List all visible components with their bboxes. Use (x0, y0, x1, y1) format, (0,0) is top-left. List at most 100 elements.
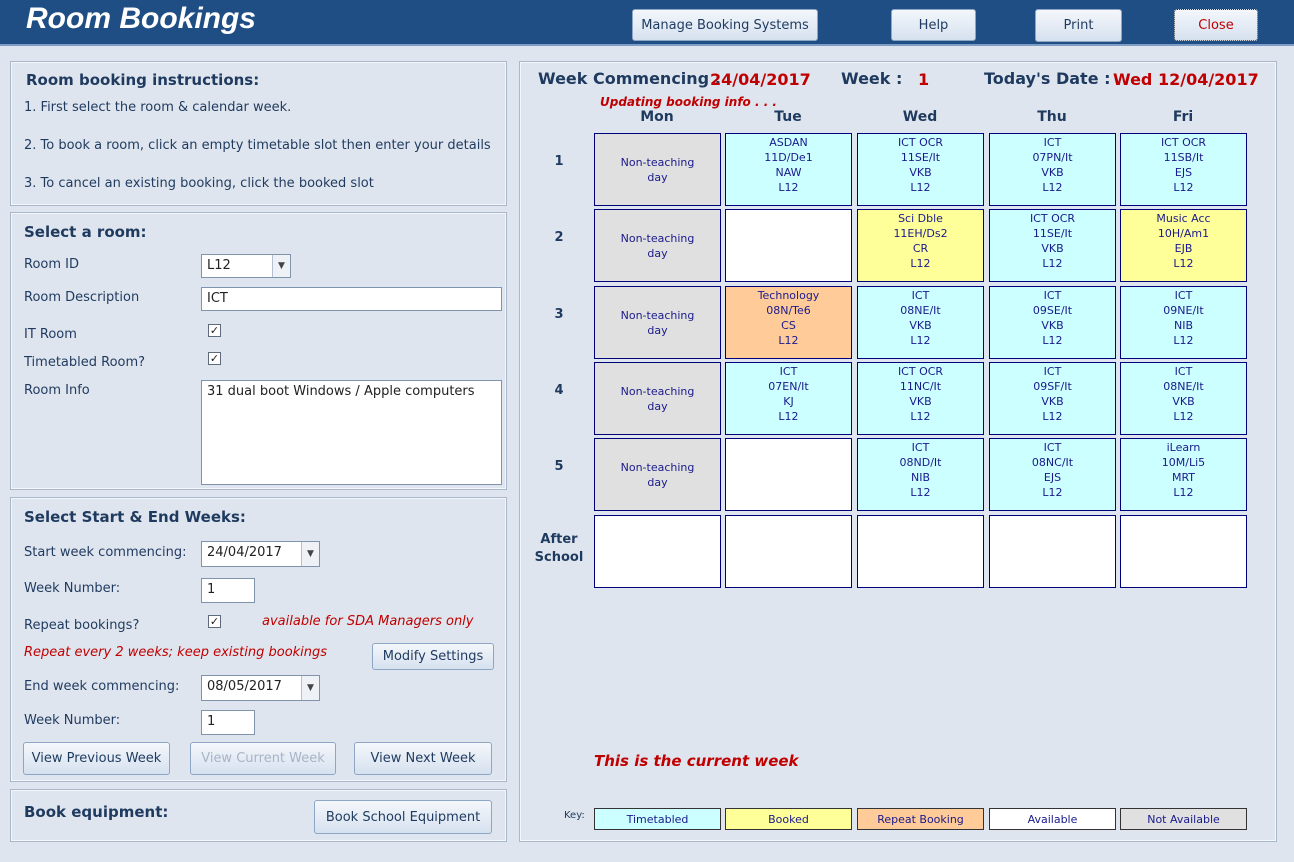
slot-text: day (647, 475, 668, 489)
period-label: After School (534, 532, 584, 565)
slot-text: VKB (909, 319, 932, 332)
view-previous-week-button[interactable]: View Previous Week (23, 742, 170, 775)
slot-text: ICT (779, 365, 798, 378)
view-next-week-button[interactable]: View Next Week (354, 742, 492, 775)
equipment-title: Book equipment: (24, 803, 169, 821)
timetabled-room-checkbox[interactable]: ✓ (208, 352, 221, 365)
modify-settings-button[interactable]: Modify Settings (372, 643, 494, 670)
manage-booking-systems-button[interactable]: Manage Booking Systems (632, 9, 818, 41)
slot-text: day (647, 246, 668, 260)
start-week-select[interactable]: 24/04/2017 ▼ (201, 541, 320, 567)
slot-text: Non-teaching (620, 308, 695, 322)
timetable-slot[interactable]: ICT 09NE/It NIB L12 (1120, 286, 1247, 359)
view-current-week-button[interactable]: View Current Week (190, 742, 336, 775)
timetable-slot[interactable]: ASDAN 11D/De1 NAW L12 (725, 133, 852, 206)
day-header-fri: Fri (1172, 109, 1194, 125)
it-room-checkbox[interactable]: ✓ (208, 324, 221, 337)
key-label: Key: (564, 810, 585, 821)
slot-text: ICT (1174, 365, 1193, 378)
period-label: 2 (554, 230, 564, 245)
slot-text: ICT OCR (897, 136, 944, 149)
timetable-slot[interactable]: Non-teaching day (594, 133, 721, 206)
week-commencing-value: 24/04/2017 (710, 70, 811, 89)
slot-text: ICT (911, 289, 930, 302)
slot-text: ICT (1043, 365, 1062, 378)
slot-text: day (647, 399, 668, 413)
timetable-slot[interactable]: Non-teaching day (594, 209, 721, 282)
timetable-slot[interactable]: ICT 09SE/It VKB L12 (989, 286, 1116, 359)
instructions-title: Room booking instructions: (26, 71, 260, 89)
slot-text: VKB (1041, 319, 1064, 332)
room-id-select[interactable]: L12 ▼ (201, 254, 291, 278)
slot-text: L12 (1173, 486, 1194, 499)
week-label: Week : (841, 69, 903, 88)
week-number-input[interactable]: 1 (201, 578, 255, 603)
chevron-down-icon[interactable]: ▼ (272, 255, 290, 277)
period-label: 4 (554, 383, 564, 398)
end-week-number-input[interactable]: 1 (201, 710, 255, 735)
timetable-slot[interactable]: ICT 08ND/It NIB L12 (857, 438, 984, 511)
timetable-slot[interactable] (594, 515, 721, 588)
slot-text: EJB (1174, 242, 1193, 255)
timetable-slot[interactable] (725, 209, 852, 282)
timetable-slot[interactable]: ICT OCR 11NC/It VKB L12 (857, 362, 984, 435)
slot-text: L12 (1042, 257, 1063, 270)
weeks-title: Select Start & End Weeks: (24, 508, 246, 526)
timetable-slot[interactable]: ICT 08NC/It EJS L12 (989, 438, 1116, 511)
timetable-slot[interactable]: Non-teaching day (594, 286, 721, 359)
slot-text: NIB (1173, 319, 1194, 332)
start-week-label: Start week commencing: (24, 545, 187, 560)
slot-text: VKB (1041, 242, 1064, 255)
slot-text: L12 (910, 257, 931, 270)
slot-text: L12 (910, 410, 931, 423)
timetable-slot[interactable]: Technology 08N/Te6 CS L12 (725, 286, 852, 359)
weeks-panel (10, 497, 507, 782)
slot-text: EJS (1174, 166, 1193, 179)
slot-text: ICT (1174, 289, 1193, 302)
end-week-value: 08/05/2017 (207, 679, 282, 694)
room-info-textarea[interactable]: 31 dual boot Windows / Apple computers (201, 380, 502, 485)
period-label: 5 (554, 459, 564, 474)
timetable-slot[interactable] (989, 515, 1116, 588)
print-button[interactable]: Print (1035, 9, 1122, 42)
slot-text: VKB (1041, 395, 1064, 408)
slot-text: day (647, 323, 668, 337)
timetable-slot[interactable]: ICT 07EN/It KJ L12 (725, 362, 852, 435)
timetable-slot[interactable]: ICT 07PN/It VKB L12 (989, 133, 1116, 206)
help-button[interactable]: Help (891, 9, 976, 41)
timetable-slot[interactable]: ICT OCR 11SB/It EJS L12 (1120, 133, 1247, 206)
timetable-slot[interactable]: ICT OCR 11SE/It VKB L12 (989, 209, 1116, 282)
slot-text: 08ND/It (899, 456, 942, 469)
slot-text: Technology (757, 289, 820, 302)
chevron-down-icon[interactable]: ▼ (301, 542, 319, 566)
timetable-slot[interactable] (1120, 515, 1247, 588)
slot-text: Non-teaching (620, 460, 695, 474)
timetable-slot[interactable] (725, 515, 852, 588)
book-school-equipment-button[interactable]: Book School Equipment (314, 800, 492, 834)
slot-text: L12 (910, 334, 931, 347)
end-week-select[interactable]: 08/05/2017 ▼ (201, 675, 320, 701)
timetable-slot[interactable]: Music Acc 10H/Am1 EJB L12 (1120, 209, 1247, 282)
timetable-slot[interactable]: Non-teaching day (594, 438, 721, 511)
key-item-available: Available (989, 808, 1116, 830)
timetable-slot[interactable] (725, 438, 852, 511)
timetable-slot[interactable] (857, 515, 984, 588)
slot-text: L12 (778, 410, 799, 423)
todays-date-value: Wed 12/04/2017 (1113, 70, 1259, 89)
timetable-slot[interactable]: ICT 08NE/It VKB L12 (1120, 362, 1247, 435)
timetable-slot[interactable]: ICT OCR 11SE/It VKB L12 (857, 133, 984, 206)
app-title: Room Bookings (26, 2, 256, 35)
slot-text: 11SB/It (1163, 151, 1204, 164)
timetable-slot[interactable]: ICT 09SF/It VKB L12 (989, 362, 1116, 435)
timetable-slot[interactable]: iLearn 10M/Li5 MRT L12 (1120, 438, 1247, 511)
room-description-input[interactable]: ICT (201, 287, 502, 311)
slot-text: 10M/Li5 (1161, 456, 1206, 469)
slot-text: Sci Dble (898, 212, 943, 225)
close-button[interactable]: Close (1174, 9, 1258, 41)
slot-text: 11SE/It (1032, 227, 1073, 240)
timetable-slot[interactable]: ICT 08NE/It VKB L12 (857, 286, 984, 359)
repeat-bookings-checkbox[interactable]: ✓ (208, 615, 221, 628)
timetable-slot[interactable]: Non-teaching day (594, 362, 721, 435)
chevron-down-icon[interactable]: ▼ (301, 676, 319, 700)
timetable-slot[interactable]: Sci Dble 11EH/Ds2 CR L12 (857, 209, 984, 282)
